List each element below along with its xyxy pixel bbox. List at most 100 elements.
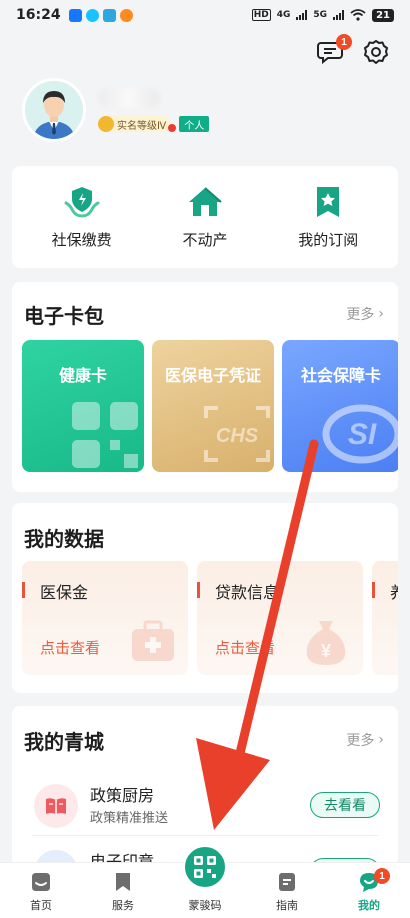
profile-info: 实名等级Ⅳ 个人 bbox=[98, 88, 210, 132]
signal-icon bbox=[296, 10, 308, 20]
data-item-label: 养 bbox=[390, 579, 398, 603]
signal-icon bbox=[333, 10, 345, 20]
notification-dot bbox=[168, 124, 176, 132]
app-notification-icon bbox=[102, 8, 116, 22]
avatar[interactable] bbox=[22, 78, 86, 142]
chevron-right-icon: › bbox=[378, 306, 384, 322]
bookmark-icon bbox=[116, 873, 130, 891]
battery-icon: 21 bbox=[372, 8, 394, 22]
tab-home[interactable]: 首页 bbox=[0, 863, 82, 918]
quick-action-social-security[interactable]: 社保缴费 bbox=[34, 166, 130, 268]
svg-text:CHS: CHS bbox=[216, 425, 259, 447]
medical-kit-icon bbox=[132, 620, 174, 661]
data-item-pension[interactable]: 养 bbox=[372, 561, 398, 675]
tab-label: 服务 bbox=[112, 899, 134, 912]
accent-bar bbox=[372, 582, 375, 598]
shield-hand-icon bbox=[64, 186, 100, 218]
data-item-medical-fund[interactable]: 医保金 点击查看 bbox=[22, 561, 188, 675]
quick-action-label: 我的订阅 bbox=[298, 230, 359, 249]
app-notification-icon bbox=[85, 8, 99, 22]
more-label: 更多 bbox=[346, 307, 375, 323]
data-item-label: 医保金 bbox=[40, 583, 89, 602]
house-icon bbox=[188, 186, 222, 216]
card-label: 健康卡 bbox=[58, 366, 107, 385]
app-notification-icon bbox=[68, 8, 82, 22]
tab-services[interactable]: 服务 bbox=[82, 863, 164, 918]
account-type-badge: 个人 bbox=[179, 116, 210, 132]
card-label: 社会保障卡 bbox=[300, 366, 381, 385]
quick-action-subscriptions[interactable]: 我的订阅 bbox=[280, 166, 376, 268]
money-bag-icon: ¥ bbox=[306, 621, 346, 665]
tab-label: 指南 bbox=[276, 899, 298, 912]
city-more-link[interactable]: 更多 › bbox=[346, 730, 384, 750]
tab-mine[interactable]: 1 我的 bbox=[328, 863, 410, 918]
qr-code-icon bbox=[194, 856, 216, 878]
social-security-logo-icon: SI bbox=[322, 404, 398, 464]
tab-label: 首页 bbox=[30, 899, 52, 912]
scan-code-button[interactable] bbox=[182, 844, 228, 890]
svg-text:¥: ¥ bbox=[321, 641, 331, 661]
go-see-button[interactable]: 去看看 bbox=[310, 792, 380, 818]
chevron-right-icon: › bbox=[378, 732, 384, 748]
list-item[interactable]: 政策厨房 政策精准推送 去看看 bbox=[12, 774, 398, 836]
quick-action-real-estate[interactable]: 不动产 bbox=[157, 166, 253, 268]
wifi-icon bbox=[350, 9, 366, 21]
health-card[interactable]: 健康卡 bbox=[22, 340, 144, 472]
level-icon bbox=[98, 116, 114, 132]
verification-level-label: 实名等级Ⅳ bbox=[117, 120, 167, 132]
data-item-loan-info[interactable]: 贷款信息 点击查看 ¥ bbox=[197, 561, 363, 675]
status-app-icons bbox=[68, 8, 133, 22]
verification-level-badge[interactable]: 实名等级Ⅳ bbox=[98, 116, 172, 132]
chs-logo-icon: CHS bbox=[204, 406, 270, 462]
list-item-title: 政策厨房 bbox=[90, 786, 155, 805]
status-indicators: HD 4G 5G 21 bbox=[251, 8, 394, 22]
data-item-label: 贷款信息 bbox=[215, 583, 280, 602]
profile-header[interactable]: 实名等级Ⅳ 个人 bbox=[22, 78, 210, 142]
policy-kitchen-icon bbox=[34, 784, 78, 828]
list-item-subtitle: 政策精准推送 bbox=[90, 811, 169, 826]
quick-actions-card: 社保缴费 不动产 我的订阅 bbox=[12, 166, 398, 268]
view-link[interactable]: 点击查看 bbox=[215, 637, 275, 658]
home-icon bbox=[32, 873, 50, 891]
tab-label: 蒙骏码 bbox=[188, 899, 222, 912]
divider bbox=[32, 835, 378, 836]
section-title: 我的数据 bbox=[24, 527, 104, 551]
tab-guide[interactable]: 指南 bbox=[246, 863, 328, 918]
username-redacted bbox=[98, 88, 160, 108]
medical-insurance-card[interactable]: 医保电子凭证 CHS bbox=[152, 340, 274, 472]
view-link[interactable]: 点击查看 bbox=[40, 637, 100, 658]
wallet-more-link[interactable]: 更多 › bbox=[346, 304, 384, 324]
svg-text:SI: SI bbox=[348, 418, 377, 451]
network-4g-label: 4G bbox=[276, 10, 291, 20]
section-title: 我的青城 bbox=[24, 730, 104, 754]
header-actions: 1 bbox=[316, 34, 390, 66]
bookmark-star-icon bbox=[317, 186, 340, 217]
tab-label: 我的 bbox=[358, 899, 380, 912]
more-label: 更多 bbox=[346, 733, 375, 749]
section-title: 电子卡包 bbox=[24, 304, 104, 328]
settings-button[interactable] bbox=[362, 38, 390, 66]
accent-bar bbox=[197, 582, 200, 598]
card-label: 医保电子凭证 bbox=[164, 366, 261, 385]
tab-badge: 1 bbox=[374, 868, 390, 884]
accent-bar bbox=[22, 582, 25, 598]
status-time: 16:24 bbox=[16, 7, 61, 23]
my-data-section: 我的数据 医保金 点击查看 贷款信息 点击查看 ¥ 养 bbox=[12, 503, 398, 693]
gear-icon bbox=[364, 40, 388, 64]
message-button[interactable]: 1 bbox=[316, 34, 352, 66]
card-wallet-section: 电子卡包 更多 › 健康卡 医保电子凭证 CHS 社会保障卡 SI bbox=[12, 282, 398, 492]
profile-badges: 实名等级Ⅳ 个人 bbox=[98, 116, 210, 132]
user-avatar-icon bbox=[25, 81, 83, 139]
book-icon bbox=[46, 798, 66, 814]
document-icon bbox=[279, 873, 295, 891]
network-5g-label: 5G bbox=[313, 10, 328, 20]
quick-action-label: 社保缴费 bbox=[51, 230, 112, 249]
hd-indicator: HD bbox=[251, 9, 271, 21]
message-badge: 1 bbox=[336, 34, 352, 50]
quick-action-label: 不动产 bbox=[182, 230, 228, 249]
my-city-section: 我的青城 更多 › 政策厨房 政策精准推送 去看看 电子印章 去看看 bbox=[12, 706, 398, 866]
social-security-card[interactable]: 社会保障卡 SI bbox=[282, 340, 398, 472]
status-bar: 16:24 HD 4G 5G 21 bbox=[0, 0, 410, 30]
app-notification-icon bbox=[119, 8, 133, 22]
qr-code-icon bbox=[72, 402, 138, 468]
